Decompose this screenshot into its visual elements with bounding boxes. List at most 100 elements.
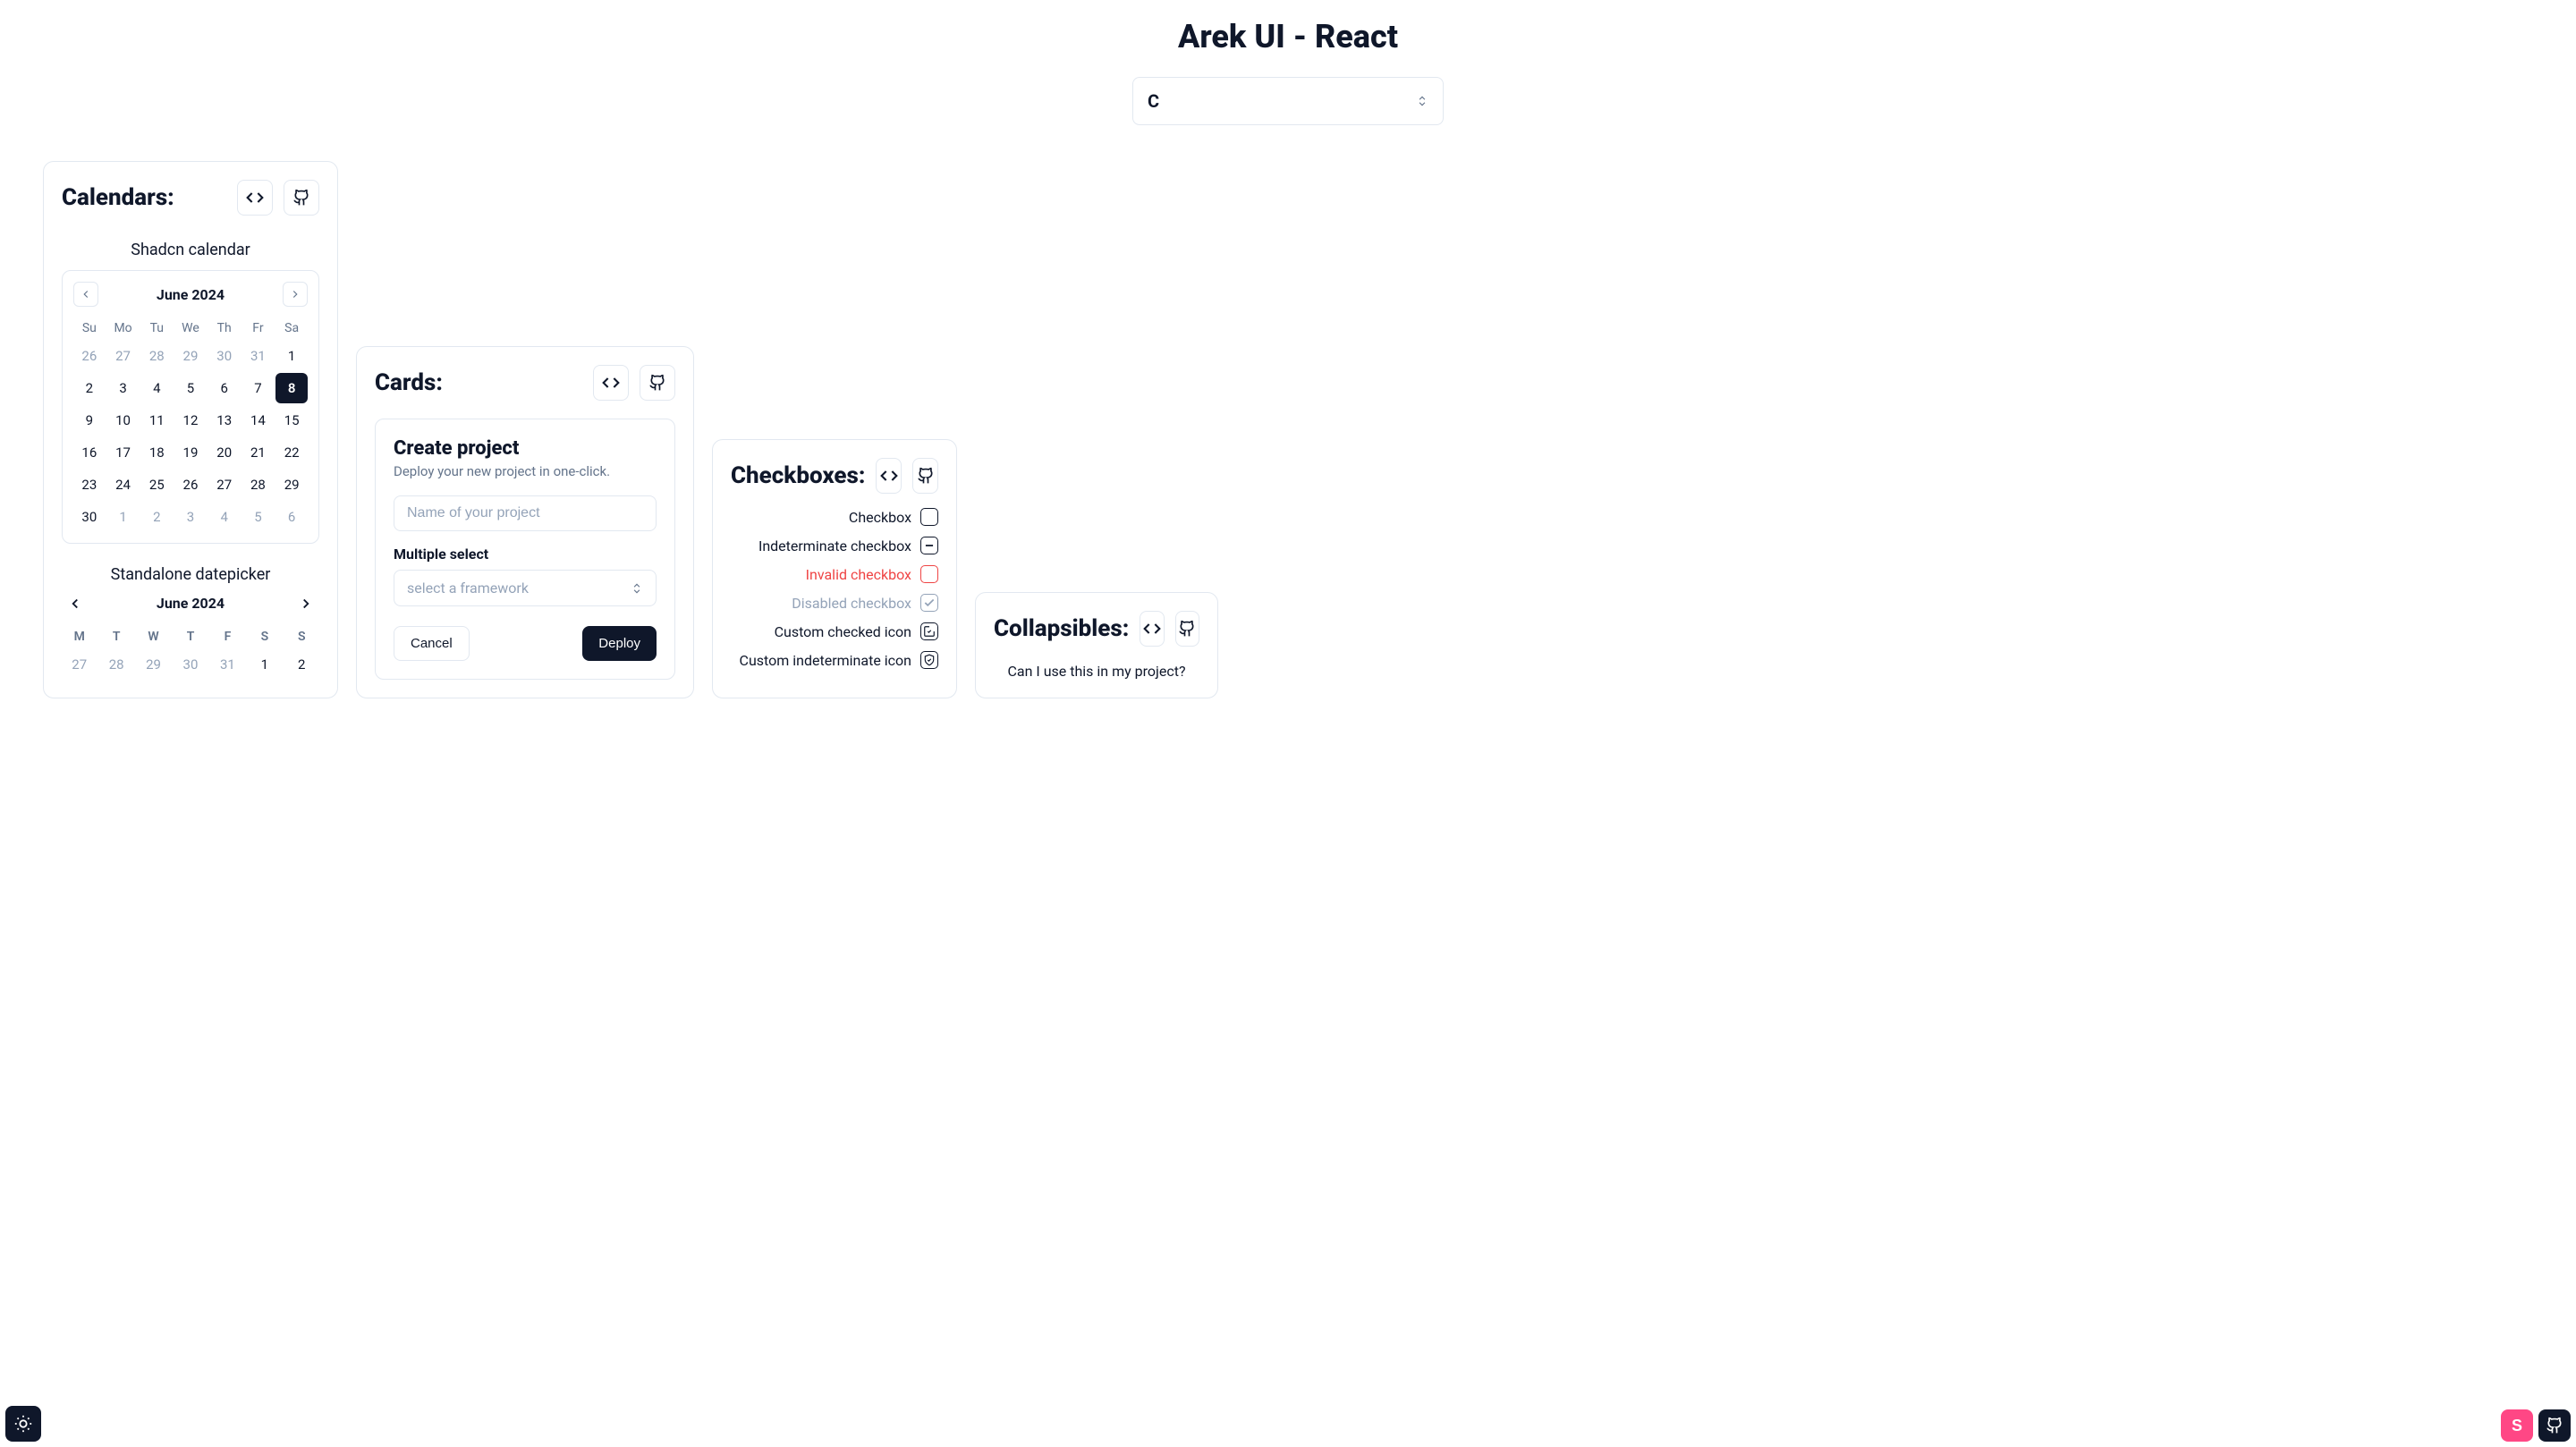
dp-day[interactable]: 2: [284, 649, 319, 680]
github-icon: [2546, 1417, 2563, 1434]
calendar-day[interactable]: 14: [242, 405, 275, 436]
calendar-day[interactable]: 15: [275, 405, 308, 436]
multiple-select-label: Multiple select: [394, 546, 657, 563]
calendar-day[interactable]: 6: [275, 502, 308, 532]
checkbox[interactable]: [920, 565, 938, 583]
search-value: C: [1148, 90, 1159, 112]
calendar-day[interactable]: 18: [140, 437, 173, 468]
code-button[interactable]: [876, 458, 902, 494]
calendar-day[interactable]: 13: [208, 405, 241, 436]
calendar-day[interactable]: 11: [140, 405, 173, 436]
checkbox[interactable]: [920, 651, 938, 669]
dp-day[interactable]: 28: [98, 649, 133, 680]
checkbox[interactable]: [920, 508, 938, 526]
calendar-day[interactable]: 8: [275, 373, 308, 403]
calendar-day[interactable]: 10: [107, 405, 140, 436]
code-icon: [602, 374, 620, 392]
dp-day[interactable]: 30: [173, 649, 208, 680]
code-button[interactable]: [593, 365, 629, 401]
calendar-weekday: Sa: [275, 316, 308, 341]
calendar-day[interactable]: 25: [140, 470, 173, 500]
github-button[interactable]: [640, 365, 675, 401]
calendars-section: Calendars: Shadcn calendar June 2024 SuM…: [43, 161, 338, 698]
calendar-day[interactable]: 12: [174, 405, 207, 436]
component-search[interactable]: C: [1132, 77, 1444, 125]
github-button[interactable]: [912, 458, 938, 494]
calendar-day[interactable]: 6: [208, 373, 241, 403]
calendar-day[interactable]: 7: [242, 373, 275, 403]
calendar-day[interactable]: 4: [140, 373, 173, 403]
calendar-day[interactable]: 21: [242, 437, 275, 468]
code-button[interactable]: [237, 180, 273, 216]
checkbox[interactable]: [920, 622, 938, 640]
collapsible-question[interactable]: Can I use this in my project?: [994, 663, 1199, 680]
calendar-day[interactable]: 27: [107, 341, 140, 371]
deploy-button[interactable]: Deploy: [582, 626, 657, 661]
chevron-right-icon: [289, 288, 301, 300]
calendar-day[interactable]: 27: [208, 470, 241, 500]
project-name-input[interactable]: [394, 495, 657, 531]
checkboxes-title: Checkboxes:: [731, 462, 865, 489]
github-link-button[interactable]: [2538, 1409, 2571, 1442]
calendar-day[interactable]: 1: [275, 341, 308, 371]
dp-day[interactable]: 29: [136, 649, 171, 680]
calendar-day[interactable]: 19: [174, 437, 207, 468]
calendar-month: June 2024: [157, 286, 225, 303]
calendar-day[interactable]: 20: [208, 437, 241, 468]
checkbox-row: Custom checked icon: [731, 622, 938, 640]
calendar-day[interactable]: 2: [140, 502, 173, 532]
dp-weekday: S: [284, 624, 319, 649]
dp-day[interactable]: 27: [62, 649, 97, 680]
dp-next-icon[interactable]: [298, 596, 314, 612]
chevrons-up-down-icon: [631, 582, 643, 595]
calendar-day[interactable]: 29: [174, 341, 207, 371]
calendar-day[interactable]: 3: [174, 502, 207, 532]
calendar-day[interactable]: 31: [242, 341, 275, 371]
prev-month-button[interactable]: [73, 282, 98, 307]
calendar-day[interactable]: 4: [208, 502, 241, 532]
calendar-day[interactable]: 30: [208, 341, 241, 371]
code-icon: [1143, 620, 1161, 638]
calendar-day[interactable]: 5: [242, 502, 275, 532]
storybook-button[interactable]: S: [2501, 1409, 2533, 1442]
calendar-day[interactable]: 23: [73, 470, 106, 500]
collapsibles-section: Collapsibles: Can I use this in my proje…: [975, 592, 1218, 698]
calendar-day[interactable]: 5: [174, 373, 207, 403]
next-month-button[interactable]: [283, 282, 308, 307]
calendar-day[interactable]: 26: [73, 341, 106, 371]
calendar-day[interactable]: 29: [275, 470, 308, 500]
calendar-day[interactable]: 3: [107, 373, 140, 403]
framework-select[interactable]: select a framework: [394, 570, 657, 606]
collapsibles-title: Collapsibles:: [994, 615, 1129, 642]
create-project-title: Create project: [394, 437, 657, 460]
dp-day[interactable]: 1: [247, 649, 282, 680]
github-button[interactable]: [284, 180, 319, 216]
calendar-day[interactable]: 1: [107, 502, 140, 532]
calendar-day[interactable]: 16: [73, 437, 106, 468]
calendar-day[interactable]: 30: [73, 502, 106, 532]
code-button[interactable]: [1140, 611, 1164, 647]
checkbox-label: Invalid checkbox: [806, 566, 911, 583]
calendar-weekday: Tu: [140, 316, 173, 341]
cancel-button[interactable]: Cancel: [394, 626, 470, 661]
calendar-day[interactable]: 24: [107, 470, 140, 500]
code-icon: [246, 189, 264, 207]
dp-day[interactable]: 31: [210, 649, 245, 680]
calendar-day[interactable]: 17: [107, 437, 140, 468]
calendar-day[interactable]: 26: [174, 470, 207, 500]
checkbox[interactable]: [920, 537, 938, 554]
theme-toggle-button[interactable]: [5, 1406, 41, 1442]
dp-prev-icon[interactable]: [67, 596, 83, 612]
calendar-day[interactable]: 28: [140, 341, 173, 371]
github-button[interactable]: [1175, 611, 1199, 647]
cards-section: Cards: Create project Deploy your new pr…: [356, 346, 694, 698]
dp-weekday: W: [136, 624, 171, 649]
page-title: Arek UI - React: [0, 18, 2576, 55]
create-project-subtitle: Deploy your new project in one-click.: [394, 463, 657, 479]
dp-weekday: S: [247, 624, 282, 649]
calendar-weekday: Fr: [242, 316, 275, 341]
calendar-day[interactable]: 28: [242, 470, 275, 500]
calendar-day[interactable]: 2: [73, 373, 106, 403]
calendar-day[interactable]: 9: [73, 405, 106, 436]
calendar-day[interactable]: 22: [275, 437, 308, 468]
